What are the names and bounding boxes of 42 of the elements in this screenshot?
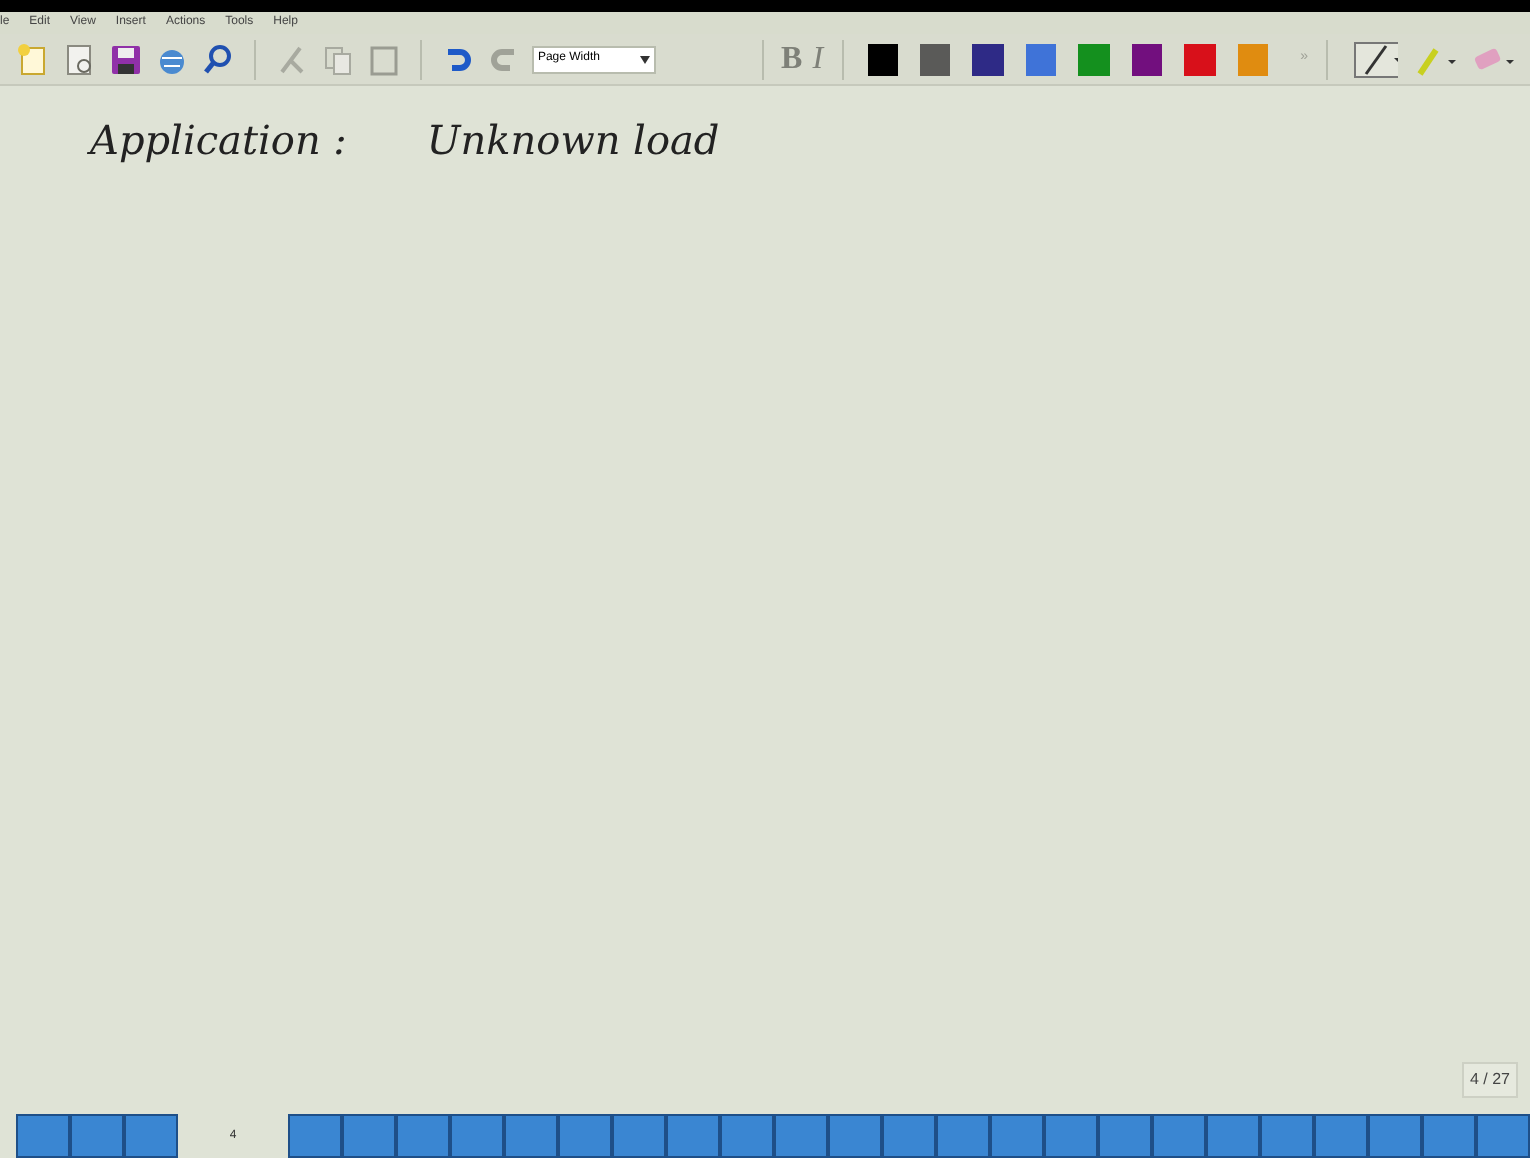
page-tab[interactable] xyxy=(1260,1114,1314,1158)
page-tab[interactable] xyxy=(1152,1114,1206,1158)
handwritten-text: Unknown load xyxy=(426,114,720,168)
page-tab[interactable] xyxy=(342,1114,396,1158)
caret-icon xyxy=(639,55,650,63)
color-swatch[interactable] xyxy=(972,43,1004,75)
page-tab[interactable] xyxy=(1422,1114,1476,1158)
save-icon[interactable] xyxy=(108,41,144,77)
page-indicator: 4 / 27 xyxy=(1461,1062,1518,1098)
color-swatch[interactable] xyxy=(1025,43,1057,75)
page-tab[interactable] xyxy=(612,1114,666,1158)
page-tab[interactable] xyxy=(774,1114,828,1158)
copy-icon[interactable] xyxy=(319,41,356,77)
page-tab[interactable] xyxy=(396,1114,450,1158)
page-tab[interactable] xyxy=(666,1114,720,1158)
page-tab[interactable] xyxy=(1314,1114,1368,1158)
page-tab[interactable] xyxy=(1206,1114,1260,1158)
color-swatch[interactable] xyxy=(919,43,951,75)
page-tab[interactable] xyxy=(1044,1114,1098,1158)
search-icon[interactable] xyxy=(200,41,236,77)
page-tab[interactable] xyxy=(828,1114,882,1158)
page-tab[interactable] xyxy=(882,1114,936,1158)
page-tab[interactable] xyxy=(558,1114,612,1158)
page-tab[interactable] xyxy=(990,1114,1044,1158)
page-tab[interactable] xyxy=(1368,1114,1422,1158)
color-swatch[interactable] xyxy=(1131,43,1163,75)
page-tab[interactable] xyxy=(288,1114,342,1158)
page-tab[interactable] xyxy=(450,1114,504,1158)
handwritten-heading: Application : xyxy=(90,114,347,168)
color-swatch[interactable] xyxy=(1184,43,1216,75)
color-swatch[interactable] xyxy=(867,43,898,75)
page-tab[interactable] xyxy=(504,1114,558,1158)
page-tab[interactable] xyxy=(1098,1114,1152,1158)
page-tab[interactable] xyxy=(1476,1114,1530,1158)
page-tab[interactable] xyxy=(720,1114,774,1158)
page-tab[interactable] xyxy=(70,1114,124,1158)
page-tab[interactable] xyxy=(124,1114,178,1158)
page-tab[interactable] xyxy=(936,1114,990,1158)
page-tab[interactable] xyxy=(16,1114,70,1158)
color-swatch[interactable] xyxy=(1078,43,1110,75)
color-swatch[interactable] xyxy=(1237,43,1269,75)
paste-icon[interactable] xyxy=(365,41,402,77)
